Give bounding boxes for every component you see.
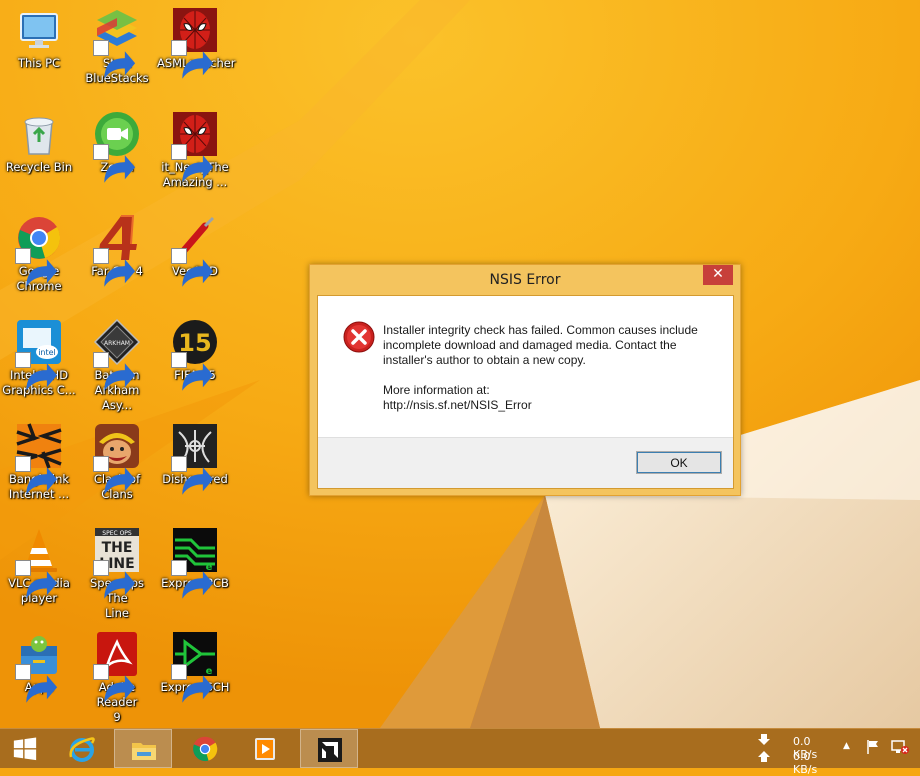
taskbar-amd-catalyst[interactable] — [300, 729, 358, 768]
shortcut-arrow-icon — [171, 560, 214, 599]
shortcut-arrow-icon — [93, 144, 136, 183]
desktop: This PC Recycle Bin Google Chrome intel … — [0, 0, 920, 728]
shortcut-arrow-icon — [171, 40, 214, 79]
shortcut-arrow-icon — [171, 144, 214, 183]
shortcut-arrow-icon — [15, 664, 58, 703]
close-button[interactable]: ✕ — [703, 265, 733, 285]
more-info-label: More information at: — [383, 383, 490, 397]
shortcut-arrow-icon — [93, 40, 136, 79]
desktop-icon-spec-ops[interactable]: SPEC OPS THE LINE Spec Ops The Line — [78, 520, 156, 621]
taskbar: 0.0 KB/s 0.0 KB/s ▲ — [0, 728, 920, 776]
desktop-icon-dishonored[interactable]: Dishonored — [156, 416, 234, 495]
desktop-icon-label: Recycle Bin — [5, 160, 73, 174]
recycle-bin-icon — [24, 117, 54, 155]
action-center-flag-icon[interactable] — [865, 739, 881, 758]
shortcut-arrow-icon — [93, 248, 136, 287]
folder-icon — [132, 743, 156, 760]
dialog-body: Installer integrity check has failed. Co… — [317, 295, 734, 489]
upload-speed: 0.0 KB/s — [793, 750, 818, 776]
desktop-icon-fifa-15[interactable]: 15 FIFA 15 — [156, 312, 234, 391]
svg-text:THE: THE — [102, 540, 133, 556]
desktop-icon-clash-of-clans[interactable]: Clash of Clans — [78, 416, 156, 502]
more-info-url: http://nsis.sf.net/NSIS_Error — [383, 398, 532, 412]
desktop-icon-expresssch[interactable]: e ExpressSCH — [156, 624, 234, 703]
error-icon — [343, 321, 375, 353]
shortcut-arrow-icon — [171, 664, 214, 703]
shortcut-arrow-icon — [15, 352, 58, 391]
error-message-text: Installer integrity check has failed. Co… — [383, 323, 698, 367]
desktop-icon-far-cry-4[interactable]: Far Cry 4 — [78, 208, 156, 287]
desktop-icon-veecad[interactable]: VeeCAD — [156, 208, 234, 287]
amd-icon — [318, 738, 342, 762]
more-info: More information at: http://nsis.sf.net/… — [383, 383, 532, 413]
taskbar-media-player[interactable] — [236, 729, 294, 768]
desktop-icon-adobe-reader[interactable]: Adobe Reader 9 — [78, 624, 156, 725]
internet-explorer-icon — [69, 737, 95, 762]
taskbar-internet-explorer[interactable] — [53, 729, 111, 768]
windows-logo-icon — [13, 737, 37, 761]
taskbar-file-explorer[interactable] — [114, 729, 172, 768]
desktop-icon-vlc[interactable]: VLC media player — [0, 520, 78, 606]
chrome-icon — [192, 736, 218, 762]
network-speed-meter[interactable]: 0.0 KB/s 0.0 KB/s — [755, 732, 835, 776]
shortcut-arrow-icon — [171, 456, 214, 495]
network-status-icon[interactable] — [891, 739, 909, 758]
desktop-icon-start-bluestacks[interactable]: Start BlueStacks — [78, 0, 156, 86]
start-button[interactable] — [0, 729, 52, 768]
shortcut-arrow-icon — [15, 560, 58, 599]
error-message: Installer integrity check has failed. Co… — [383, 323, 713, 368]
shortcut-arrow-icon — [171, 248, 214, 287]
taskbar-chrome[interactable] — [176, 729, 234, 768]
dialog-title: NSIS Error — [489, 272, 561, 288]
desktop-icon-google-chrome[interactable]: Google Chrome — [0, 208, 78, 294]
show-hidden-icons-button[interactable]: ▲ — [843, 741, 850, 751]
this-pc-icon — [20, 13, 58, 48]
desktop-icon-zoom[interactable]: Zoom — [78, 104, 156, 183]
shortcut-arrow-icon — [15, 248, 58, 287]
shortcut-arrow-icon — [93, 456, 136, 495]
dialog-titlebar[interactable]: NSIS Error ✕ — [310, 265, 740, 295]
desktop-icon-batman-arkham[interactable]: ARKHAM Batman Arkham Asy... — [78, 312, 156, 413]
desktop-icon-amazing-spiderman[interactable]: it_Next_The Amazing ... — [156, 104, 234, 190]
svg-text:SPEC OPS: SPEC OPS — [102, 530, 132, 537]
desktop-icon-this-pc[interactable]: This PC — [0, 0, 78, 71]
media-player-icon — [255, 738, 275, 760]
desktop-icon-asmlauncher[interactable]: ASMLauncher — [156, 0, 236, 79]
shortcut-arrow-icon — [15, 456, 58, 495]
svg-text:ARKHAM: ARKHAM — [104, 340, 130, 347]
shortcut-arrow-icon — [93, 664, 136, 703]
desktop-icon-apps[interactable]: Apps — [0, 624, 78, 703]
dialog-footer: OK — [318, 437, 733, 488]
desktop-icon-recycle-bin[interactable]: Recycle Bin — [0, 104, 78, 175]
download-arrow-icon — [757, 734, 771, 749]
shortcut-arrow-icon — [93, 560, 136, 599]
desktop-icon-expresspcb[interactable]: e ExpressPCB — [156, 520, 234, 599]
nsis-error-dialog: NSIS Error ✕ Installer integrity check h… — [309, 264, 741, 496]
desktop-icon-intel-graphics[interactable]: intel Intel® HD Graphics C... — [0, 312, 78, 398]
shortcut-arrow-icon — [171, 352, 214, 391]
ok-button[interactable]: OK — [636, 451, 722, 474]
upload-arrow-icon — [757, 750, 771, 765]
desktop-icon-label: This PC — [17, 56, 61, 70]
shortcut-arrow-icon — [93, 352, 136, 391]
desktop-icon-banglalink[interactable]: Banglalink Internet ... — [0, 416, 78, 502]
